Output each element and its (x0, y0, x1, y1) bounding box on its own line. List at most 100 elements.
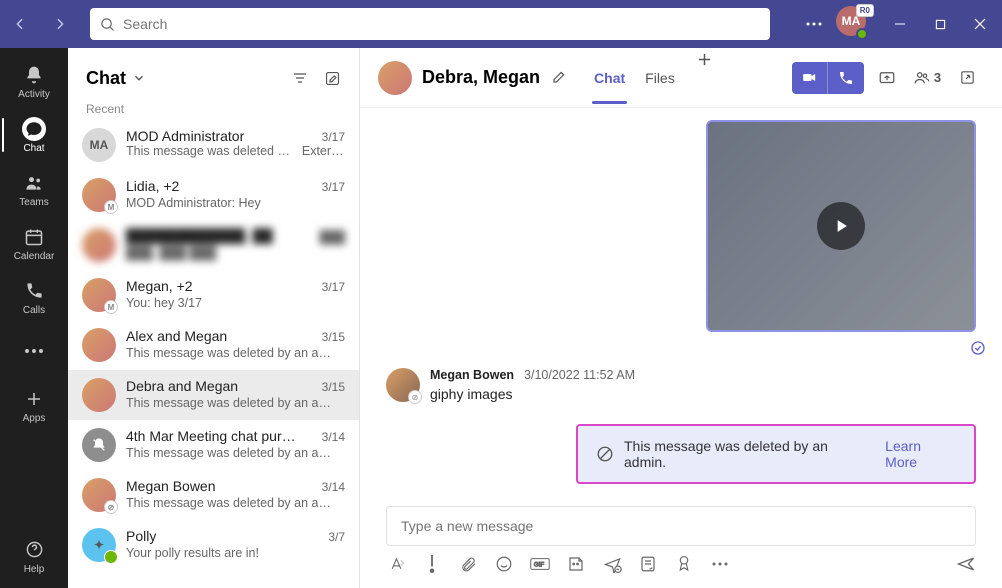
profile-chip[interactable]: MA R0 (836, 6, 872, 42)
chat-item[interactable]: M Megan, +23/17 You: hey 3/17 (68, 270, 359, 320)
people-button[interactable]: 3 (910, 62, 944, 94)
rail-teams[interactable]: Teams (2, 162, 66, 216)
chat-preview: This message was deleted by an a… (126, 446, 331, 460)
learn-more-link[interactable]: Learn More (885, 438, 956, 470)
rail-label: Chat (23, 143, 44, 154)
praise-icon[interactable] (674, 554, 694, 574)
tab-chat[interactable]: Chat (592, 52, 627, 104)
minimize-button[interactable] (882, 0, 918, 48)
chat-name: MOD Administrator (126, 128, 244, 144)
chat-date: 3/17 (322, 180, 345, 194)
maximize-button[interactable] (922, 0, 958, 48)
chat-name: Alex and Megan (126, 328, 227, 344)
deleted-text: This message was deleted by an admin. (624, 438, 871, 470)
rail-calendar[interactable]: Calendar (2, 216, 66, 270)
chat-item[interactable]: Alex and Megan3/15 This message was dele… (68, 320, 359, 370)
rail-calls[interactable]: Calls (2, 270, 66, 324)
chat-item[interactable]: Debra and Megan3/15 This message was del… (68, 370, 359, 420)
teams-icon (22, 171, 46, 195)
avatar (82, 328, 116, 362)
chat-preview: ███, ███ ███ (126, 246, 216, 260)
chat-header-avatar (378, 61, 412, 95)
tab-files[interactable]: Files (643, 52, 677, 104)
chat-name: Debra and Megan (126, 378, 238, 394)
send-button[interactable] (956, 554, 976, 574)
chat-name: Megan, +2 (126, 278, 193, 294)
avatar: M (82, 278, 116, 312)
emoji-icon[interactable] (494, 554, 514, 574)
rail-help[interactable]: Help (2, 534, 66, 588)
chat-date: 3/14 (322, 480, 345, 494)
rail-more[interactable] (2, 324, 66, 378)
chat-item-redacted[interactable]: ████████████, █████ ███, ███ ███ (68, 220, 359, 270)
rail-apps[interactable]: Apps (2, 378, 66, 432)
bell-icon (22, 63, 46, 87)
chat-item[interactable]: M Lidia, +23/17 MOD Administrator: Hey (68, 170, 359, 220)
chat-list-header: Chat (68, 48, 359, 108)
chat-date: 3/15 (322, 380, 345, 394)
chat-preview: This message was deleted by an a… (126, 346, 331, 360)
format-icon[interactable] (386, 554, 406, 574)
video-attachment[interactable] (706, 120, 976, 332)
play-icon[interactable] (817, 202, 865, 250)
search-input[interactable] (123, 16, 760, 32)
compose-icon[interactable] (324, 70, 341, 87)
calendar-icon (22, 225, 46, 249)
chat-item[interactable]: ✦ Polly3/7 Your polly results are in! (68, 520, 359, 570)
chat-date: 3/17 (322, 280, 345, 294)
call-button-group (792, 62, 864, 94)
message-list[interactable]: ⊘ Megan Bowen 3/10/2022 11:52 AM giphy i… (360, 108, 1002, 500)
search-box[interactable] (90, 8, 770, 40)
chat-item[interactable]: 4th Mar Meeting chat pur…3/14 This messa… (68, 420, 359, 470)
forward-button[interactable] (44, 8, 76, 40)
status-badge-icon: M (104, 300, 118, 314)
compose-toolbar: GIF (386, 554, 976, 574)
chat-preview: Your polly results are in! (126, 546, 259, 560)
approvals-icon[interactable] (638, 554, 658, 574)
more-button[interactable] (796, 0, 832, 48)
read-receipt-icon (970, 340, 986, 356)
avatar (82, 378, 116, 412)
chat-header-title: Debra, Megan (422, 67, 540, 88)
compose-input[interactable] (386, 506, 976, 546)
title-bar: MA R0 (0, 0, 1002, 48)
popout-icon[interactable] (950, 62, 984, 94)
video-call-button[interactable] (792, 62, 828, 94)
audio-call-button[interactable] (828, 62, 864, 94)
close-button[interactable] (962, 0, 998, 48)
message: ⊘ Megan Bowen 3/10/2022 11:52 AM giphy i… (386, 368, 886, 402)
share-screen-icon[interactable] (870, 62, 904, 94)
chat-date: 3/17 (322, 130, 345, 144)
chat-date: 3/14 (322, 430, 345, 444)
schedule-send-icon[interactable] (602, 554, 622, 574)
sticker-icon[interactable] (566, 554, 586, 574)
rail-label: Calls (23, 305, 45, 316)
gif-icon[interactable]: GIF (530, 554, 550, 574)
filter-icon[interactable] (292, 70, 308, 87)
chat-list-panel: Chat Recent MA MOD Administrator3/17 Thi… (68, 48, 360, 588)
chevron-down-icon[interactable] (132, 71, 146, 85)
avatar (82, 428, 116, 462)
avatar: ⊘ (82, 478, 116, 512)
avatar: ✦ (82, 528, 116, 562)
compose-area: GIF (360, 500, 1002, 588)
rail-chat[interactable]: Chat (2, 108, 66, 162)
rail-activity[interactable]: Activity (2, 54, 66, 108)
chat-header: Debra, Megan Chat Files 3 (360, 48, 1002, 108)
back-button[interactable] (4, 8, 36, 40)
attach-icon[interactable] (458, 554, 478, 574)
priority-icon[interactable] (422, 554, 442, 574)
org-badge: R0 (856, 4, 874, 17)
rail-label: Help (24, 564, 45, 575)
plus-icon (22, 387, 46, 411)
chat-item[interactable]: MA MOD Administrator3/17 This message wa… (68, 120, 359, 170)
edit-name-icon[interactable] (550, 70, 566, 86)
message-author: Megan Bowen (430, 368, 514, 382)
more-actions-icon[interactable] (710, 554, 730, 574)
chat-name: ████████████, ██ (126, 228, 273, 244)
avatar (82, 228, 116, 262)
external-tag: External (302, 144, 345, 158)
chat-item[interactable]: ⊘ Megan Bowen3/14 This message was delet… (68, 470, 359, 520)
add-tab-button[interactable] (693, 52, 716, 104)
chat-icon (22, 117, 46, 141)
